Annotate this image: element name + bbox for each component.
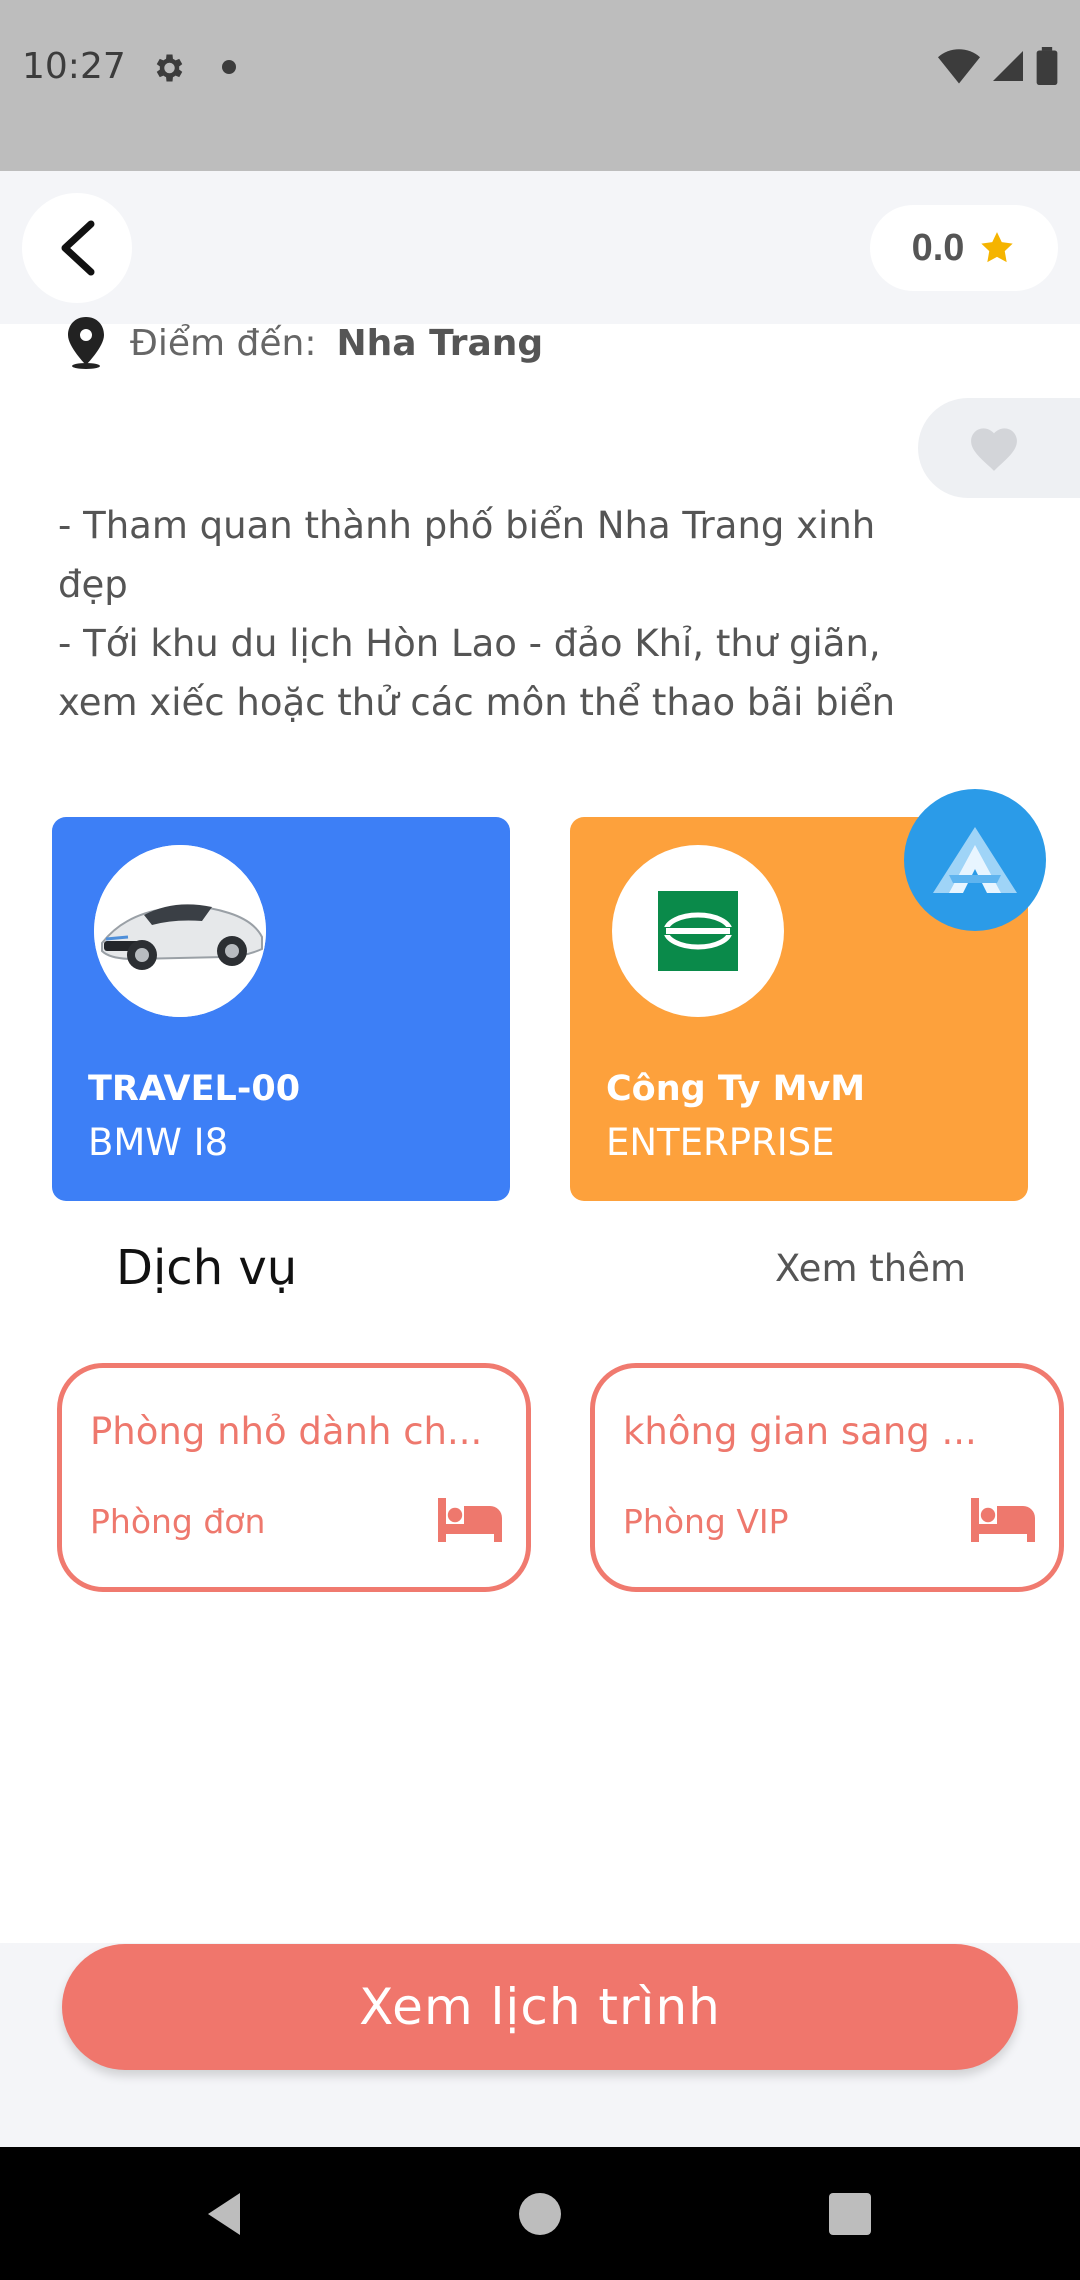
status-bar: 10:27 [0, 0, 1080, 171]
vehicle-card[interactable]: TRAVEL-00 BMW I8 [52, 817, 510, 1201]
view-itinerary-button[interactable]: Xem lịch trình [62, 1944, 1018, 2070]
services-title: Dịch vụ [116, 1240, 298, 1296]
service-card[interactable]: Phòng nhỏ dành ch... Phòng đơn [57, 1363, 531, 1592]
service-title: Phòng nhỏ dành ch... [90, 1410, 483, 1453]
car-image [94, 845, 266, 1017]
status-icons [938, 46, 1058, 86]
star-icon [981, 232, 1014, 263]
service-card[interactable]: không gian sang ... Phòng VIP [590, 1363, 1064, 1592]
company-type: ENTERPRISE [606, 1121, 835, 1164]
nav-back-icon[interactable] [204, 2191, 244, 2237]
company-logo [612, 845, 784, 1017]
status-time: 10:27 [22, 46, 126, 87]
vehicle-model: BMW I8 [88, 1121, 229, 1164]
destination-row: Điểm đến: Nha Trang [62, 317, 544, 369]
wifi-icon [938, 49, 980, 84]
rating-value: 0.0 [911, 226, 965, 269]
back-button[interactable] [22, 193, 132, 303]
header: 0.0 [0, 171, 1080, 324]
bed-icon [971, 1498, 1035, 1542]
rating-pill: 0.0 [870, 205, 1058, 291]
system-nav-bar [0, 2147, 1080, 2280]
battery-icon [1036, 47, 1058, 85]
service-type: Phòng VIP [623, 1502, 789, 1541]
bed-icon [438, 1498, 502, 1542]
destination-label: Điểm đến: [130, 322, 317, 364]
signal-icon [993, 51, 1023, 81]
nav-home-icon[interactable] [519, 2193, 561, 2235]
back-arrow-icon [61, 220, 95, 276]
logo-icon [933, 827, 1017, 893]
vehicle-code: TRAVEL-00 [88, 1069, 301, 1109]
location-pin-icon [68, 317, 104, 369]
see-more-link[interactable]: Xem thêm [775, 1247, 966, 1290]
favorite-button[interactable] [918, 398, 1080, 498]
destination-value: Nha Trang [336, 322, 544, 364]
service-type: Phòng đơn [90, 1502, 266, 1541]
app-logo-badge [904, 789, 1046, 931]
notification-dot [222, 60, 236, 74]
service-title: không gian sang ... [623, 1410, 977, 1453]
company-name: Công Ty MvM [606, 1069, 866, 1109]
heart-icon [971, 428, 1017, 471]
nav-recent-icon[interactable] [829, 2193, 871, 2235]
gear-icon [156, 54, 183, 82]
tour-description: - Tham quan thành phố biển Nha Trang xin… [58, 504, 896, 724]
view-itinerary-label: Xem lịch trình [359, 1978, 721, 2036]
